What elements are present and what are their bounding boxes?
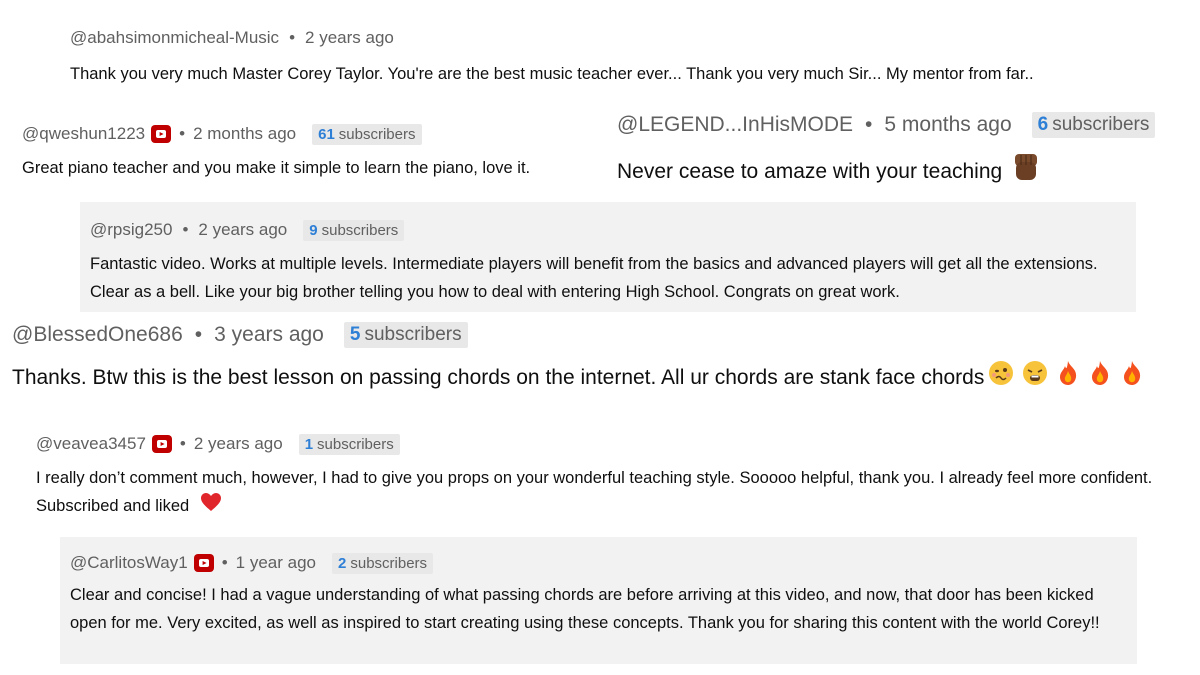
separator-dot: • [865, 113, 873, 136]
comment-time[interactable]: 5 months ago [884, 113, 1011, 137]
author-handle[interactable]: @LEGEND...InHisMODE [617, 113, 853, 137]
comment-meta: @veavea3457 • 2 years ago 1 subscribers [36, 432, 1186, 456]
youtube-channel-icon [151, 125, 172, 143]
comment-card: @veavea3457 • 2 years ago 1 subscribers … [36, 432, 1186, 521]
raised-fist-icon [1012, 152, 1040, 192]
subscriber-badge: 5 subscribers [343, 322, 468, 348]
weary-face-icon [1022, 360, 1048, 396]
comment-text: Thank you very much Master Corey Taylor.… [70, 65, 1034, 83]
comment-body: Thanks. Btw this is the best lesson on p… [12, 360, 1200, 396]
subscriber-badge: 1 subscribers [298, 433, 400, 455]
subscriber-count: 6 [1037, 114, 1049, 135]
author-handle[interactable]: @qweshun1223 [22, 124, 145, 144]
fire-icon [1120, 360, 1144, 396]
youtube-channel-icon [151, 435, 172, 453]
comment-body: Never cease to amaze with your teaching [617, 152, 1200, 192]
comment-card: @BlessedOne686 • 3 years ago 5 subscribe… [12, 320, 1200, 396]
subscriber-label: subscribers [338, 125, 416, 143]
fire-icon [1088, 360, 1112, 396]
subscriber-label: subscribers [364, 324, 462, 345]
comment-text: Fantastic video. Works at multiple level… [90, 255, 1098, 301]
author-handle[interactable]: @rpsig250 [90, 220, 172, 240]
comment-text: Great piano teacher and you make it simp… [22, 159, 531, 177]
subscriber-badge: 2 subscribers [332, 552, 434, 574]
comment-card: @qweshun1223 • 2 months ago 61 subscribe… [22, 122, 592, 182]
comment-meta: @BlessedOne686 • 3 years ago 5 subscribe… [12, 320, 1200, 350]
author-handle[interactable]: @veavea3457 [36, 434, 146, 454]
comment-time[interactable]: 2 years ago [198, 220, 287, 240]
subscriber-badge: 9 subscribers [303, 219, 405, 241]
comment-card: @rpsig250 • 2 years ago 9 subscribers Fa… [80, 202, 1136, 312]
subscriber-count: 61 [318, 125, 335, 143]
separator-dot: • [194, 323, 203, 346]
comment-body: I really don’t comment much, however, I … [36, 464, 1176, 521]
separator-dot: • [179, 124, 186, 143]
comment-meta: @qweshun1223 • 2 months ago 61 subscribe… [22, 122, 592, 146]
author-handle[interactable]: @BlessedOne686 [12, 323, 183, 347]
comment-meta: @LEGEND...InHisMODE • 5 months ago 6 sub… [617, 110, 1200, 140]
comment-meta: @CarlitosWay1 • 1 year ago 2 subscribers [70, 551, 1137, 575]
subscriber-label: subscribers [321, 221, 399, 239]
separator-dot: • [182, 220, 189, 239]
comment-card: @abahsimonmicheal-Music • 2 years ago Th… [60, 26, 1180, 88]
fire-icon [1056, 360, 1080, 396]
subscriber-badge: 6 subscribers [1031, 112, 1156, 138]
subscriber-label: subscribers [350, 554, 428, 572]
separator-dot: • [221, 553, 228, 572]
youtube-channel-icon [193, 554, 214, 572]
subscriber-label: subscribers [1052, 114, 1150, 135]
comment-card: @CarlitosWay1 • 1 year ago 2 subscribers… [60, 537, 1137, 664]
woozy-face-icon [988, 360, 1014, 396]
comment-text: Thanks. Btw this is the best lesson on p… [12, 366, 985, 389]
comment-text: Never cease to amaze with your teaching [617, 160, 1003, 183]
comment-meta: @abahsimonmicheal-Music • 2 years ago [60, 26, 1180, 50]
comment-time[interactable]: 1 year ago [236, 553, 316, 573]
subscriber-count: 9 [309, 221, 318, 239]
separator-dot: • [289, 28, 296, 47]
red-heart-icon [200, 492, 222, 521]
subscriber-badge: 61 subscribers [312, 123, 422, 145]
comment-text: Clear and concise! I had a vague underst… [70, 586, 1100, 632]
subscriber-count: 1 [304, 435, 314, 453]
comment-time[interactable]: 3 years ago [214, 323, 324, 347]
comments-collage: @abahsimonmicheal-Music • 2 years ago Th… [0, 0, 1200, 675]
comment-meta: @rpsig250 • 2 years ago 9 subscribers [90, 218, 1136, 242]
subscriber-label: subscribers [317, 435, 394, 453]
separator-dot: • [179, 434, 186, 453]
author-handle[interactable]: @CarlitosWay1 [70, 553, 188, 573]
subscriber-count: 2 [338, 554, 347, 572]
comment-time[interactable]: 2 years ago [194, 434, 283, 454]
comment-card: @LEGEND...InHisMODE • 5 months ago 6 sub… [617, 110, 1200, 192]
comment-time[interactable]: 2 years ago [305, 28, 394, 48]
subscriber-count: 5 [349, 324, 361, 345]
comment-time[interactable]: 2 months ago [193, 124, 296, 144]
author-handle[interactable]: @abahsimonmicheal-Music [70, 28, 279, 48]
